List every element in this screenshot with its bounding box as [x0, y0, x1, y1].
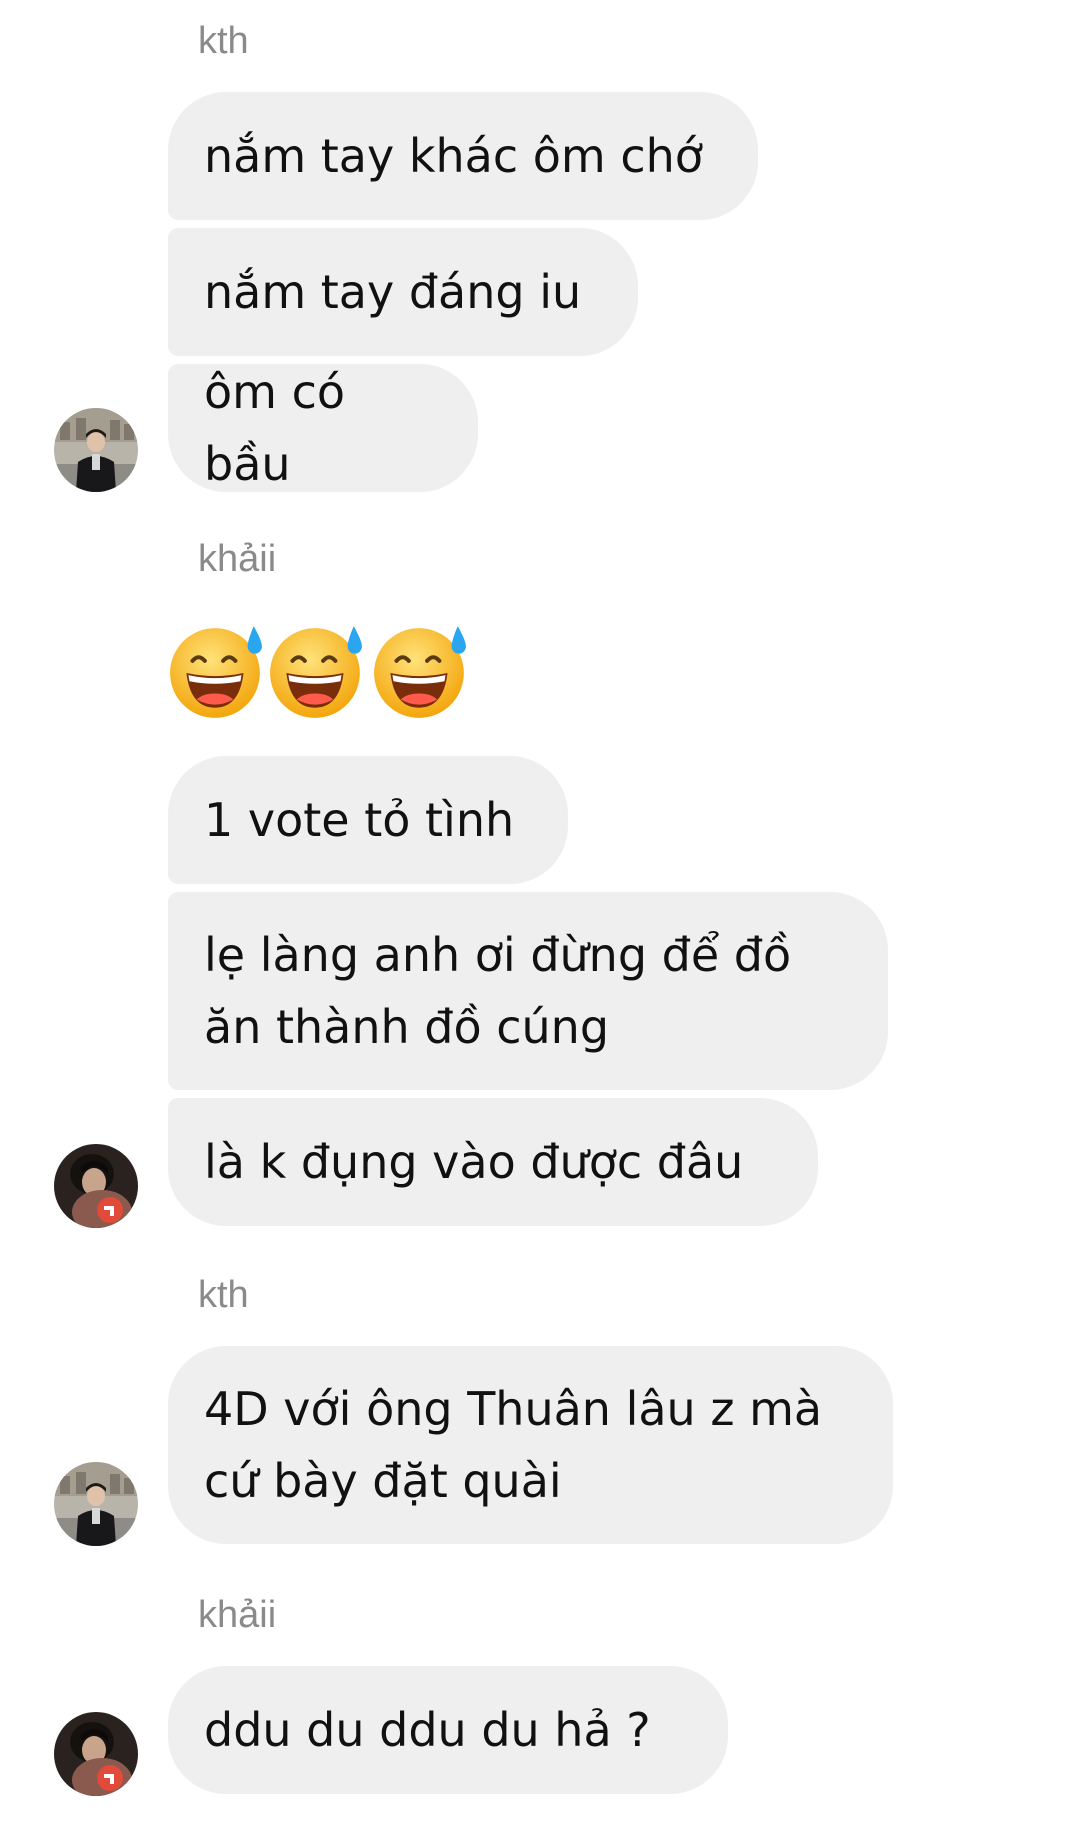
sender-name: kth	[198, 1274, 249, 1316]
message-text: 4D với ông Thuân lâu z mà cứ bày đặt quà…	[204, 1382, 823, 1508]
sender-name: khảii	[198, 538, 277, 580]
avatar-khaii[interactable]	[54, 1144, 138, 1228]
avatar-kth[interactable]	[54, 408, 138, 492]
grinning-face-with-sweat-icon	[374, 626, 466, 718]
message-text: ôm có bầu	[204, 365, 360, 491]
message-text: 1 vote tỏ tình	[204, 793, 515, 847]
message-text: ddu du ddu du hả ?	[204, 1703, 651, 1757]
message-text: nắm tay đáng iu	[204, 265, 582, 319]
avatar-khaii[interactable]	[54, 1712, 138, 1796]
sender-name: kth	[198, 20, 249, 62]
message-bubble[interactable]: nắm tay khác ôm chớ	[168, 92, 758, 220]
message-bubble[interactable]: lẹ làng anh ơi đừng để đồ ăn thành đồ cú…	[168, 892, 888, 1090]
message-bubble[interactable]: 4D với ông Thuân lâu z mà cứ bày đặt quà…	[168, 1346, 893, 1544]
message-bubble[interactable]: ôm có bầu	[168, 364, 478, 492]
message-bubble[interactable]: nắm tay đáng iu	[168, 228, 638, 356]
message-bubble[interactable]: 1 vote tỏ tình	[168, 756, 568, 884]
message-text: nắm tay khác ôm chớ	[204, 129, 703, 183]
grinning-face-with-sweat-icon	[270, 626, 362, 718]
message-text: là k đụng vào được đâu	[204, 1135, 744, 1189]
message-bubble[interactable]: ddu du ddu du hả ?	[168, 1666, 728, 1794]
sender-name: khảii	[198, 1594, 277, 1636]
message-text: lẹ làng anh ơi đừng để đồ ăn thành đồ cú…	[204, 928, 792, 1054]
message-bubble[interactable]: là k đụng vào được đâu	[168, 1098, 818, 1226]
grinning-face-with-sweat-icon	[170, 626, 262, 718]
avatar-kth[interactable]	[54, 1462, 138, 1546]
